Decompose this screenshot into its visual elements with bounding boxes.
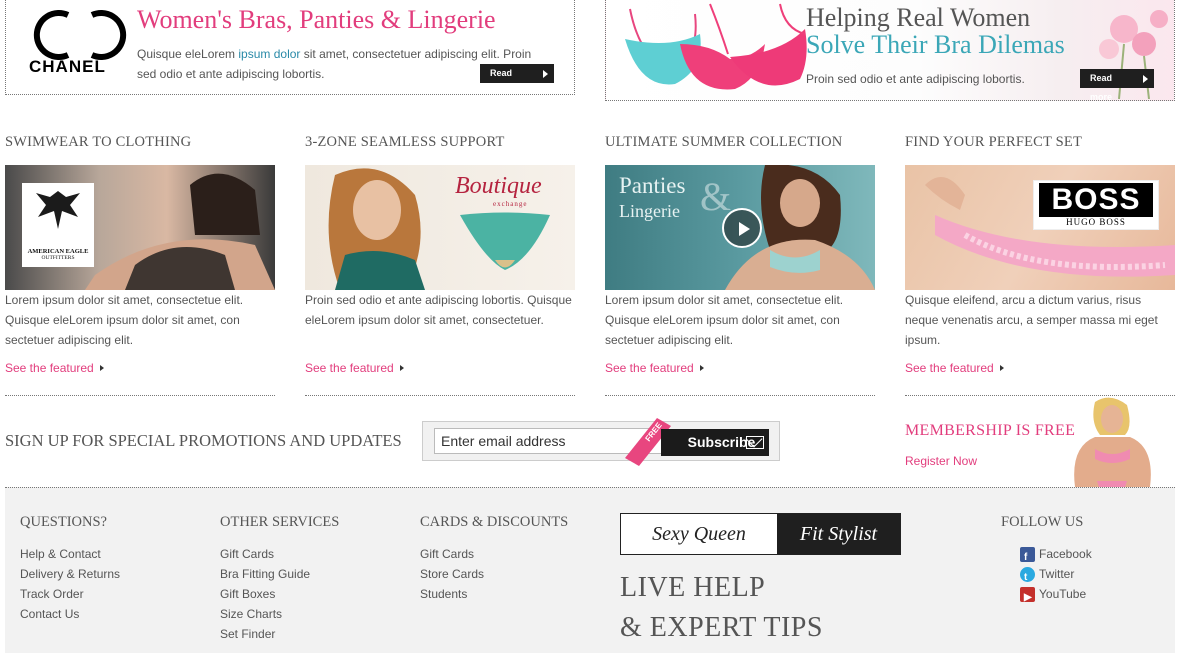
promo-highlight: ipsum dolor: [238, 47, 301, 61]
promo-title-line1: Helping Real Women: [806, 3, 1031, 32]
footer-link-track[interactable]: Track Order: [20, 584, 120, 604]
feature-card: 3-ZONE SEAMLESS SUPPORT Boutique exchang…: [305, 134, 575, 396]
promo-banner-chanel: CHANEL Women's Bras, Panties & Lingerie …: [5, 0, 575, 95]
footer-link-bra-fitting[interactable]: Bra Fitting Guide: [220, 564, 339, 584]
footer-link-help[interactable]: Help & Contact: [20, 544, 120, 564]
footer-heading: QUESTIONS?: [20, 514, 107, 530]
footer-services: OTHER SERVICES Gift Cards Bra Fitting Gu…: [220, 514, 339, 644]
feature-card: SWIMWEAR TO CLOTHING AMERICAN EAGLE OUTF…: [5, 134, 275, 396]
feature-card: ULTIMATE SUMMER COLLECTION Panties Linge…: [605, 134, 875, 396]
live-help-heading[interactable]: LIVE HELP & EXPERT TIPS: [620, 568, 823, 648]
subscribe-button[interactable]: Subscribe: [661, 429, 769, 456]
fit-stylist-banner[interactable]: Sexy Queen Fit Stylist: [620, 513, 901, 555]
card-image[interactable]: Boutique exchange: [305, 165, 575, 290]
card-image[interactable]: BOSS HUGO BOSS: [905, 165, 1175, 290]
footer-link-set-finder[interactable]: Set Finder: [220, 624, 339, 644]
see-featured-link[interactable]: See the featured: [605, 361, 704, 375]
footer-link-gift-cards[interactable]: Gift Cards: [420, 544, 568, 564]
card-title: 3-ZONE SEAMLESS SUPPORT: [305, 134, 505, 150]
membership-title: MEMBERSHIP IS FREE: [905, 422, 1076, 439]
see-featured-link[interactable]: See the featured: [305, 361, 404, 375]
chanel-logo-text: CHANEL: [29, 57, 106, 76]
fit-stylist-label: Fit Stylist: [777, 514, 900, 554]
card-title: ULTIMATE SUMMER COLLECTION: [605, 134, 843, 150]
see-featured-link[interactable]: See the featured: [905, 361, 1004, 375]
arrow-right-icon: [999, 365, 1004, 371]
promo-title-line2: Solve Their Bra Dilemas: [806, 30, 1065, 59]
footer-heading: CARDS & DISCOUNTS: [420, 514, 569, 530]
overlay-line1: Panties: [619, 173, 686, 198]
arrow-right-icon: [543, 70, 548, 78]
bra-image: [625, 3, 807, 90]
eagle-icon: [36, 191, 80, 229]
card-text: Lorem ipsum dolor sit amet, consectetue …: [605, 293, 844, 347]
play-video-button[interactable]: [722, 208, 762, 248]
boutique-logo: Boutique: [455, 173, 542, 199]
boutique-logo-sub: exchange: [493, 200, 528, 208]
arrow-right-icon: [99, 365, 104, 371]
footer-link-gift-cards[interactable]: Gift Cards: [220, 544, 339, 564]
signup-form: FREE Subscribe: [422, 418, 780, 466]
footer-link-gift-boxes[interactable]: Gift Boxes: [220, 584, 339, 604]
footer-follow: FOLLOW US f Facebook t Twitter ▶ YouTube: [1001, 514, 1092, 604]
card-image[interactable]: AMERICAN EAGLE OUTFITTERS: [5, 165, 275, 290]
footer-link-size-charts[interactable]: Size Charts: [220, 604, 339, 624]
footer-cards: CARDS & DISCOUNTS Gift Cards Store Cards…: [420, 514, 568, 604]
promo-title: Women's Bras, Panties & Lingerie: [137, 5, 496, 34]
footer-link-students[interactable]: Students: [420, 584, 568, 604]
footer-heading: OTHER SERVICES: [220, 514, 340, 530]
youtube-link[interactable]: ▶ YouTube: [1020, 584, 1092, 604]
youtube-icon: ▶: [1020, 587, 1035, 603]
arrow-right-icon: [399, 365, 404, 371]
card-text: Lorem ipsum dolor sit amet, consectetue …: [5, 293, 244, 347]
feature-card: FIND YOUR PERFECT SET BOSS HUGO BOSS Qui…: [905, 134, 1175, 396]
american-eagle-logo: AMERICAN EAGLE OUTFITTERS: [22, 183, 94, 267]
signup-label: SIGN UP FOR SPECIAL PROMOTIONS AND UPDAT…: [5, 431, 402, 450]
card-text: Proin sed odio et ante adipiscing lobort…: [305, 293, 572, 327]
read-more-button[interactable]: Read more: [1080, 69, 1154, 100]
facebook-icon: f: [1020, 547, 1035, 563]
twitter-link[interactable]: t Twitter: [1020, 564, 1092, 584]
mail-icon: [746, 436, 764, 449]
arrow-right-icon: [699, 365, 704, 371]
facebook-link[interactable]: f Facebook: [1020, 544, 1092, 564]
membership-promo: MEMBERSHIP IS FREE Register Now: [895, 397, 1175, 487]
footer-heading: FOLLOW US: [1001, 514, 1084, 530]
card-image[interactable]: Panties Lingerie &: [605, 165, 875, 290]
boss-logo: BOSS HUGO BOSS: [1033, 180, 1159, 230]
card-title: FIND YOUR PERFECT SET: [905, 134, 1083, 150]
overlay-line2: Lingerie: [619, 201, 680, 221]
footer-link-store-cards[interactable]: Store Cards: [420, 564, 568, 584]
play-icon: [739, 222, 750, 236]
sexy-queen-logo: Sexy Queen: [652, 523, 746, 545]
footer-link-contact[interactable]: Contact Us: [20, 604, 120, 624]
overlay-ampersand: &: [700, 174, 732, 219]
footer-link-delivery[interactable]: Delivery & Returns: [20, 564, 120, 584]
register-now-link[interactable]: Register Now: [905, 454, 977, 468]
card-text: Quisque eleifend, arcu a dictum varius, …: [905, 293, 1158, 347]
arrow-right-icon: [1143, 75, 1148, 83]
see-featured-link[interactable]: See the featured: [5, 361, 104, 375]
card-title: SWIMWEAR TO CLOTHING: [5, 134, 192, 150]
footer: QUESTIONS? Help & Contact Delivery & Ret…: [5, 487, 1175, 653]
model-image: [1074, 397, 1151, 487]
promo-banner-bra: Helping Real Women Solve Their Bra Dilem…: [605, 0, 1175, 101]
twitter-icon: t: [1020, 567, 1035, 583]
read-more-button[interactable]: Read more: [480, 64, 554, 94]
promo-text: Proin sed odio et ante adipiscing lobort…: [806, 72, 1025, 86]
footer-questions: QUESTIONS? Help & Contact Delivery & Ret…: [20, 514, 120, 624]
